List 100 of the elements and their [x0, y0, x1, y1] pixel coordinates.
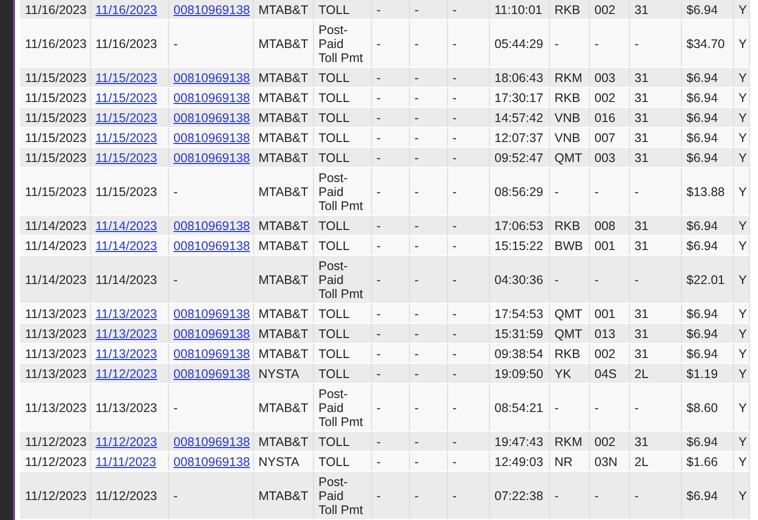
table-cell-text: RKB [554, 2, 580, 16]
table-cell-text: - [376, 130, 381, 144]
table-cell-text: - [452, 272, 457, 286]
table-cell-text: - [554, 488, 559, 502]
tag-number-link[interactable]: 00810969138 [174, 306, 250, 320]
tag-number-link[interactable]: 00810969138 [174, 110, 250, 124]
table-cell-text: - [414, 272, 419, 286]
date-link[interactable]: 11/14/2023 [96, 218, 158, 232]
table-cell-text: Y [738, 488, 747, 502]
table-cell-text: - [594, 400, 599, 414]
table-cell-text: - [414, 130, 419, 144]
date-link[interactable]: 11/15/2023 [96, 150, 158, 164]
table-cell-text: 07:22:38 [494, 488, 544, 502]
table-cell-text: - [634, 36, 639, 50]
date-link[interactable]: 11/16/2023 [96, 2, 158, 16]
table-cell-text: QMT [554, 150, 582, 164]
table-cell-text: 03N [594, 454, 618, 468]
tag-number-link[interactable]: 00810969138 [174, 2, 250, 16]
table-cell-text: - [452, 238, 457, 252]
table-cell-text: 31 [634, 2, 648, 16]
table-cell-text: $1.66 [686, 454, 718, 468]
date-link[interactable]: 11/12/2023 [96, 366, 158, 380]
table-cell-text: - [594, 36, 599, 50]
table-cell-text: $6.94 [686, 218, 718, 232]
table-cell-text: - [414, 434, 419, 448]
table-cell-text: $6.94 [686, 130, 718, 144]
tag-number-link[interactable]: 00810969138 [174, 434, 250, 448]
table-cell-text: - [452, 326, 457, 340]
table-cell-text: 31 [634, 218, 648, 232]
table-cell-text: 31 [634, 130, 648, 144]
tag-number-link[interactable]: 00810969138 [174, 150, 250, 164]
date-link[interactable]: 11/15/2023 [96, 110, 158, 124]
tag-number-link[interactable]: 00810969138 [174, 346, 250, 360]
table-cell-text: RKB [554, 218, 580, 232]
date-link[interactable]: 11/13/2023 [96, 326, 158, 340]
table-cell-text: Y [738, 70, 747, 84]
tag-number-link[interactable]: 00810969138 [174, 366, 250, 380]
tag-number-link[interactable]: 00810969138 [174, 70, 250, 84]
tag-number-link[interactable]: 00810969138 [174, 130, 250, 144]
table-cell-text: TOLL [318, 346, 350, 360]
table-cell-text: 001 [594, 238, 616, 252]
table-cell-text: RKB [554, 346, 580, 360]
date-link[interactable]: 11/15/2023 [96, 130, 158, 144]
tag-number-link[interactable]: 00810969138 [174, 238, 250, 252]
table-cell-text: $13.88 [686, 184, 725, 198]
table-cell-text: 11/15/2023 [25, 184, 87, 198]
table-cell-text: 11/12/2023 [96, 488, 158, 502]
table-cell-text: - [452, 346, 457, 360]
table-cell-text: NR [554, 454, 573, 468]
date-link[interactable]: 11/11/2023 [96, 454, 156, 468]
table-cell-text: - [174, 36, 178, 50]
table-cell-text: NYSTA [258, 366, 300, 380]
table-cell-text: - [376, 238, 381, 252]
table-cell-text: - [452, 70, 457, 84]
table-cell-text: TOLL [318, 326, 350, 340]
date-link[interactable]: 11/12/2023 [96, 434, 158, 448]
table-cell-text: MTAB&T [258, 2, 308, 16]
table-cell-text: $6.94 [686, 150, 718, 164]
table-cell-text: - [414, 306, 419, 320]
table-cell-text: TOLL [318, 366, 350, 380]
table-cell-text: 31 [634, 434, 648, 448]
date-link[interactable]: 11/15/2023 [96, 70, 158, 84]
table-cell-text: 007 [594, 130, 616, 144]
table-cell-text: - [452, 90, 457, 104]
table-cell-text: 31 [634, 346, 648, 360]
table-cell-text: 013 [594, 326, 616, 340]
table-cell-text: 15:15:22 [494, 238, 544, 252]
table-cell-text: - [452, 2, 457, 16]
table-cell-text: VNB [554, 130, 580, 144]
table-cell-text: - [376, 70, 381, 84]
table-cell-text: - [594, 488, 599, 502]
table-cell-text: - [634, 400, 639, 414]
tag-number-link[interactable]: 00810969138 [174, 326, 250, 340]
date-link[interactable]: 11/13/2023 [96, 346, 158, 360]
table-cell-text: - [452, 110, 457, 124]
table-cell-text: Y [738, 306, 747, 320]
table-cell-text: Y [738, 218, 747, 232]
table-cell-text: - [634, 272, 639, 286]
table-cell-text: 2L [634, 366, 648, 380]
table-cell-text: Post-Paid Toll Pmt [318, 386, 363, 428]
table-cell-text: Y [738, 184, 747, 198]
table-cell-text: MTAB&T [258, 306, 308, 320]
table-cell-text: 08:56:29 [494, 184, 544, 198]
table-cell-text: Y [738, 130, 747, 144]
tag-number-link[interactable]: 00810969138 [174, 218, 250, 232]
table-cell-text: 002 [594, 2, 616, 16]
table-cell-text: TOLL [318, 218, 350, 232]
table-cell-text: QMT [554, 306, 582, 320]
table-cell-text: $6.94 [686, 488, 718, 502]
table-cell-text: 12:49:03 [494, 454, 544, 468]
table-cell-text: RKB [554, 90, 580, 104]
tag-number-link[interactable]: 00810969138 [174, 90, 250, 104]
tag-number-link[interactable]: 00810969138 [174, 454, 250, 468]
table-cell-text: 11:10:01 [494, 2, 542, 16]
table-cell-text: 11/15/2023 [96, 184, 158, 198]
table-cell-text: - [414, 184, 419, 198]
date-link[interactable]: 11/13/2023 [96, 306, 158, 320]
table-cell-text: RKM [554, 70, 582, 84]
date-link[interactable]: 11/14/2023 [96, 238, 158, 252]
date-link[interactable]: 11/15/2023 [96, 90, 158, 104]
